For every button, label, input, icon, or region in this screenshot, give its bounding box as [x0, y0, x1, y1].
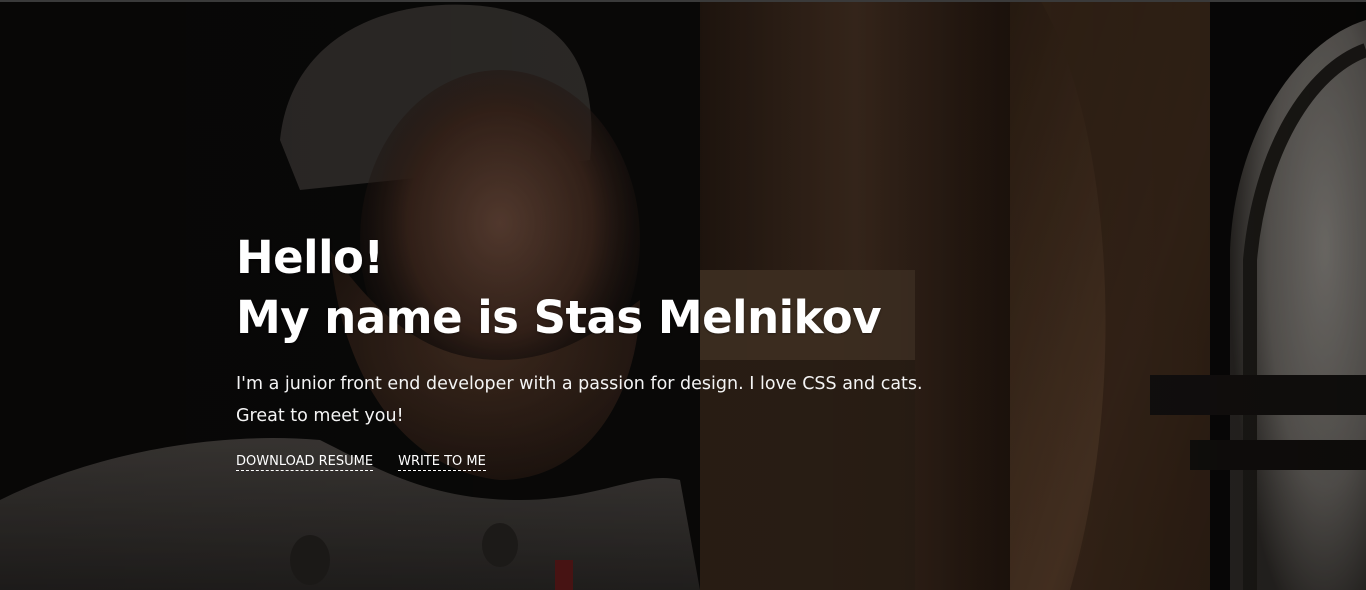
hero-content: Hello! My name is Stas Melnikov I'm a ju… [236, 228, 956, 471]
heading-greeting: Hello! [236, 231, 384, 284]
heading-name: My name is Stas Melnikov [236, 291, 882, 344]
hero-heading: Hello! My name is Stas Melnikov [236, 228, 956, 348]
hero-section: Hello! My name is Stas Melnikov I'm a ju… [0, 0, 1366, 590]
download-resume-link[interactable]: DOWNLOAD RESUME [236, 454, 374, 471]
hero-intro-text: I'm a junior front end developer with a … [236, 374, 923, 426]
hero-actions: DOWNLOAD RESUME WRITE TO ME [236, 454, 956, 471]
top-border [0, 0, 1366, 2]
write-to-me-link[interactable]: WRITE TO ME [398, 454, 486, 471]
